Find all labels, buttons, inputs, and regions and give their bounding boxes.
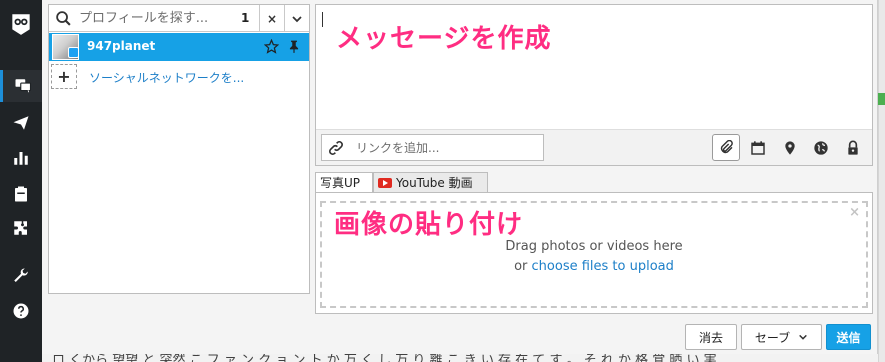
- attach-button[interactable]: [712, 134, 740, 161]
- location-button[interactable]: [776, 134, 804, 161]
- expand-picker-button[interactable]: [284, 5, 309, 32]
- annotation-paste-image: 画像の貼り付け: [334, 210, 524, 240]
- save-dropdown-button[interactable]: セーブ: [741, 324, 822, 350]
- targeting-button[interactable]: [807, 134, 835, 161]
- tab-photo-upload[interactable]: 写真UP: [315, 172, 373, 192]
- profile-search-input[interactable]: [79, 9, 239, 28]
- save-label: セーブ: [754, 330, 791, 345]
- editor-toolbar: [316, 129, 872, 165]
- calendar-icon: [751, 140, 765, 155]
- assignments-icon[interactable]: [0, 178, 42, 210]
- add-social-network-row[interactable]: + ソーシャルネットワークを...: [49, 61, 309, 89]
- selected-count: 1: [241, 11, 250, 25]
- pin-icon[interactable]: [287, 39, 301, 54]
- discard-button[interactable]: 消去: [685, 324, 737, 350]
- profile-picker: 1 × 947planet + ソーシャルネットワークを...: [48, 4, 310, 294]
- profile-search-row: 1 ×: [49, 5, 309, 32]
- add-network-link[interactable]: ソーシャルネットワークを...: [89, 69, 244, 86]
- dropzone-hint: Drag photos or videos here: [505, 239, 683, 254]
- link-input[interactable]: [356, 139, 536, 157]
- lock-icon: [848, 140, 858, 155]
- location-pin-icon: [785, 140, 795, 155]
- youtube-icon: [378, 177, 392, 188]
- paperclip-icon: [720, 139, 733, 153]
- background-scroll-strip: [878, 0, 885, 362]
- schedule-button[interactable]: [744, 134, 772, 161]
- link-field[interactable]: [321, 134, 544, 161]
- text-caret: [322, 12, 323, 27]
- tab-youtube[interactable]: YouTube 動画: [373, 172, 488, 192]
- profile-name: 947planet: [87, 39, 156, 53]
- chevron-down-icon: [799, 334, 807, 340]
- choose-files-link[interactable]: choose files to upload: [532, 259, 674, 274]
- dropzone-or: or: [514, 259, 532, 274]
- apps-icon[interactable]: [0, 212, 42, 244]
- clear-selection-button[interactable]: ×: [259, 5, 284, 32]
- twitter-icon: [68, 47, 79, 58]
- close-icon[interactable]: ×: [849, 205, 860, 220]
- analytics-icon[interactable]: [0, 142, 42, 174]
- nav-rail: [0, 0, 42, 362]
- owl-logo-icon[interactable]: [0, 4, 42, 44]
- streams-icon[interactable]: [0, 70, 42, 102]
- link-icon: [329, 141, 343, 155]
- send-button[interactable]: 送信: [826, 324, 871, 350]
- tools-icon[interactable]: [0, 260, 42, 292]
- globe-icon: [814, 140, 828, 155]
- star-icon[interactable]: [264, 39, 279, 54]
- chevron-down-icon: [292, 15, 302, 22]
- privacy-button[interactable]: [839, 134, 867, 161]
- help-icon[interactable]: [0, 295, 42, 327]
- tab-youtube-label: YouTube 動画: [396, 176, 473, 190]
- profile-item-947planet[interactable]: 947planet: [49, 33, 309, 61]
- add-network-button[interactable]: +: [51, 64, 77, 89]
- publisher-icon[interactable]: [0, 107, 42, 139]
- annotation-compose: メッセージを作成: [336, 24, 552, 54]
- search-icon: [56, 11, 71, 26]
- background-status-mark: [878, 93, 885, 105]
- dropzone-choose-line: or choose files to upload: [322, 259, 866, 274]
